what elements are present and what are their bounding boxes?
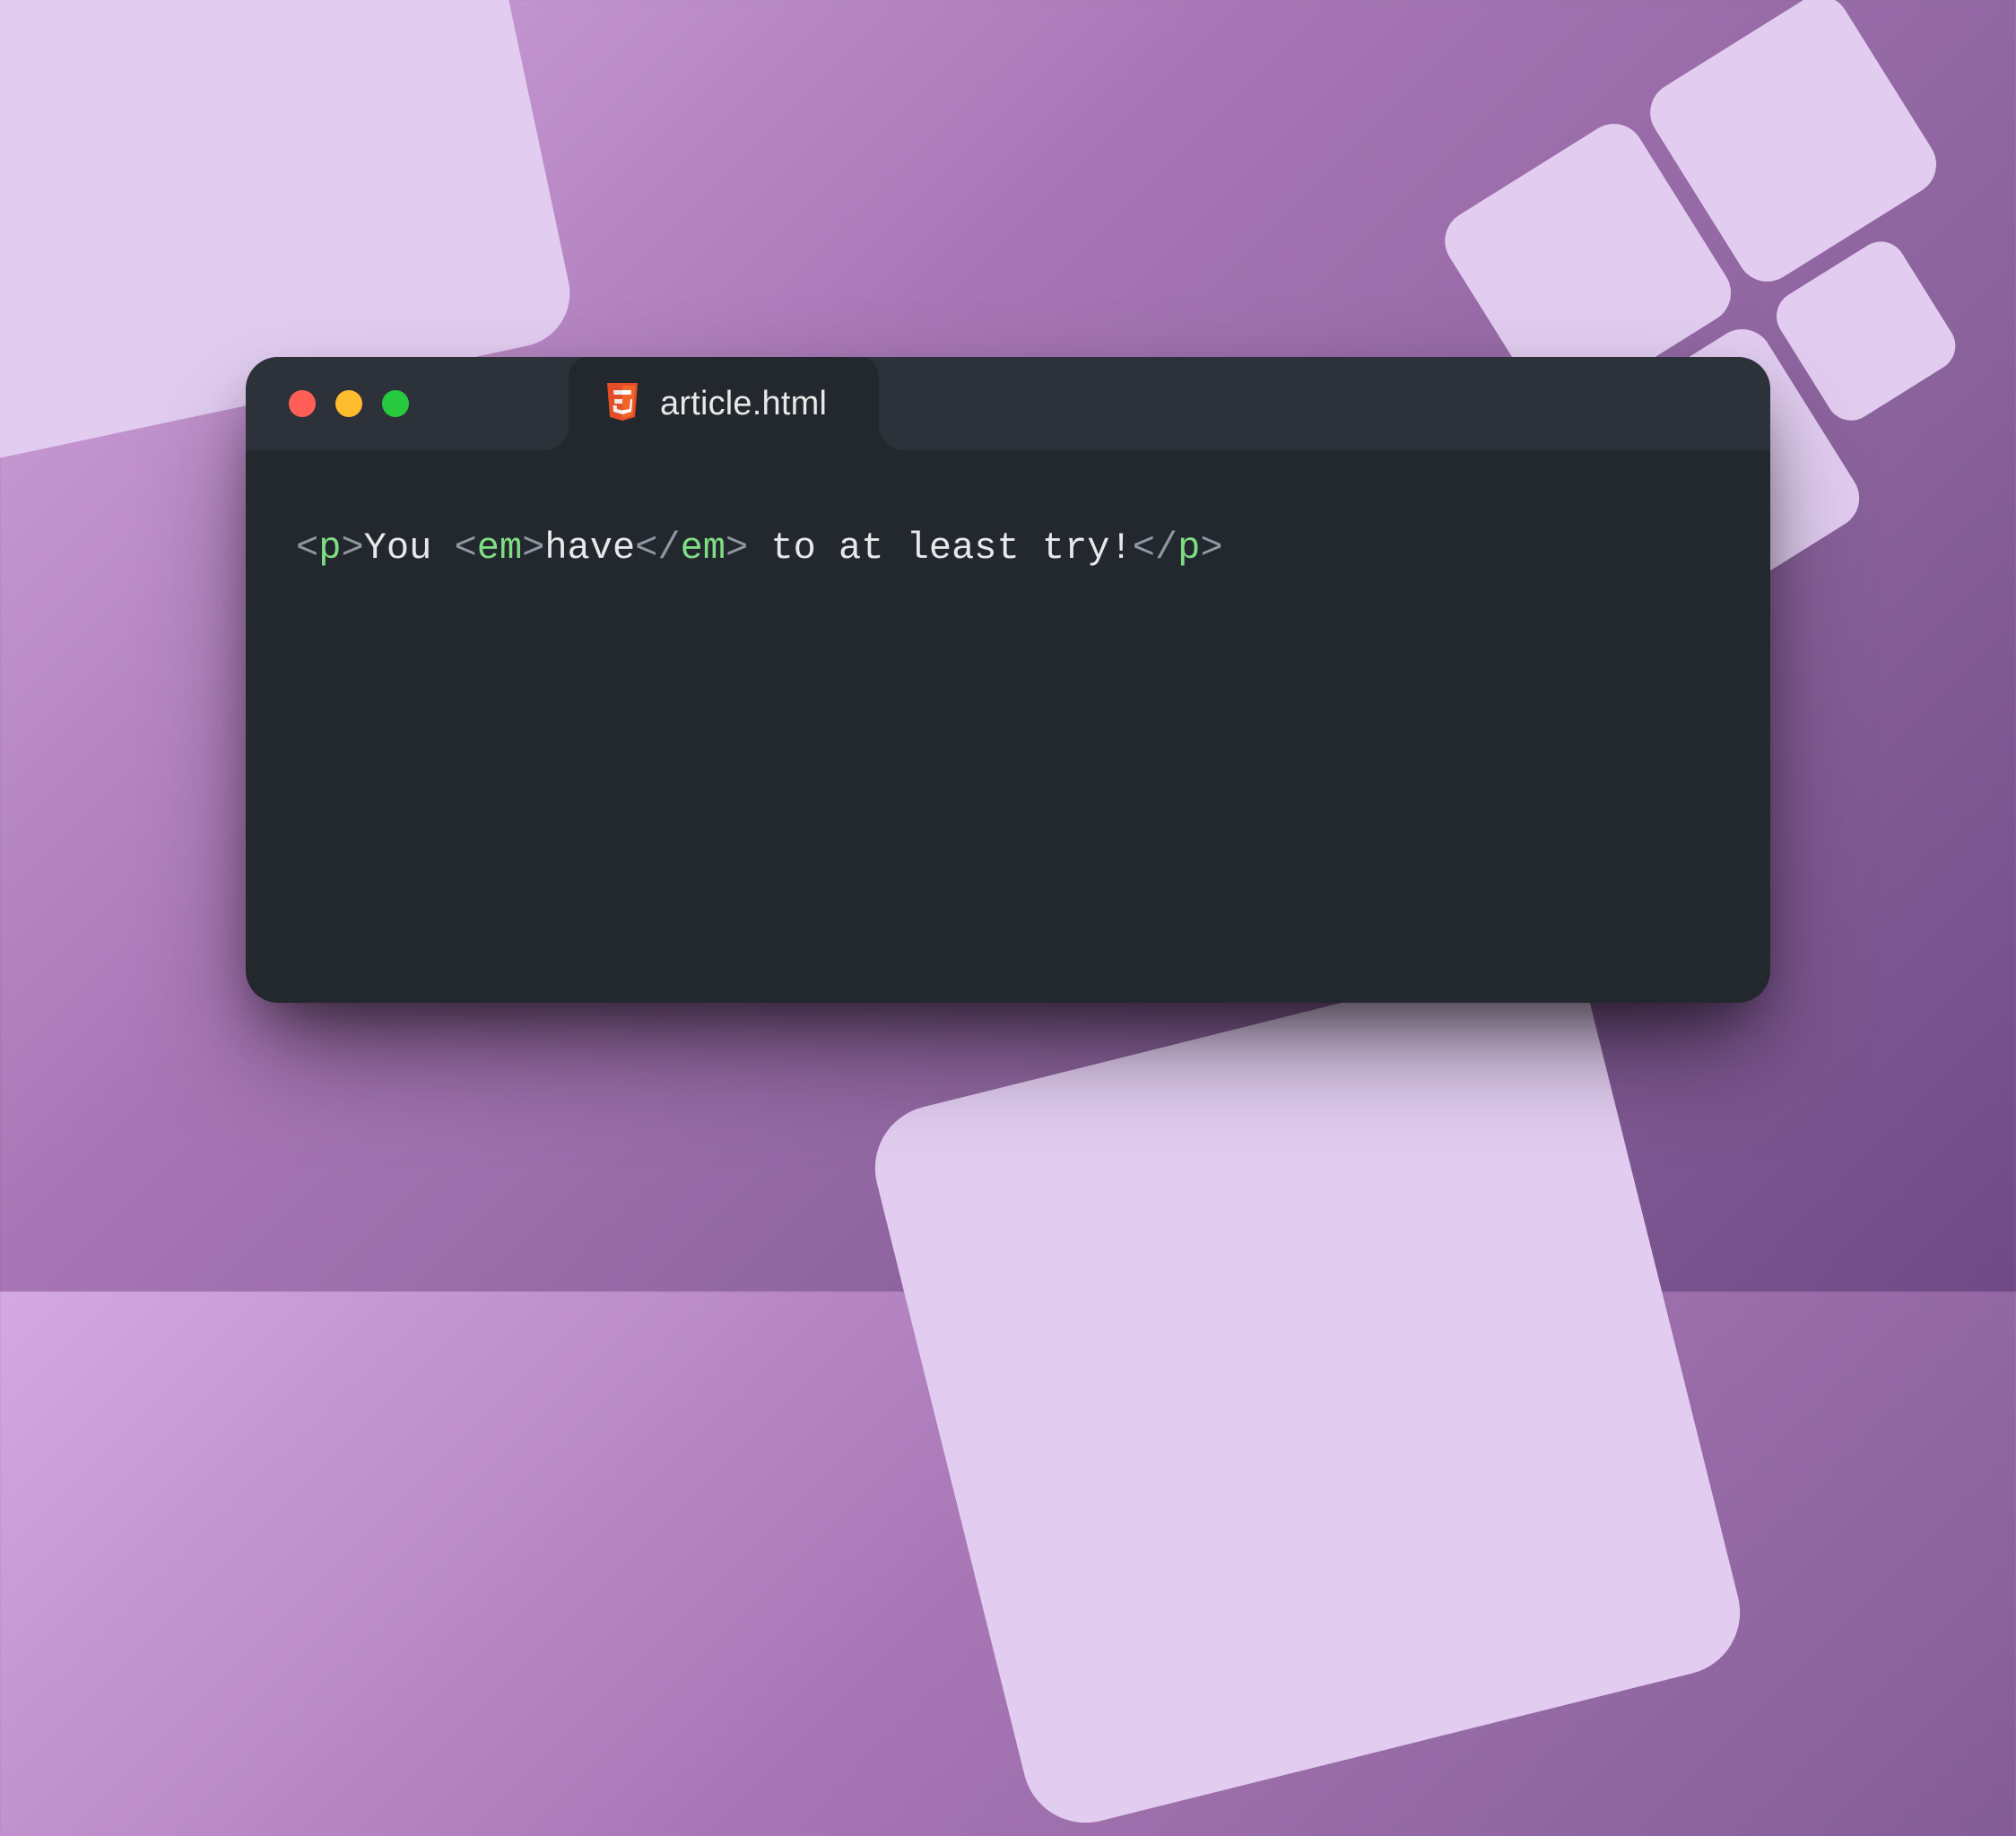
editor-window: article.html <p>You <em>have</em> to at … (246, 357, 1770, 1003)
file-tab[interactable]: article.html (569, 357, 879, 450)
close-icon[interactable] (289, 390, 316, 417)
code-token-text: have (544, 526, 635, 570)
code-token-punct: > (522, 526, 544, 570)
code-token-text: to at least try! (748, 526, 1132, 570)
code-token-punct: </ (635, 526, 680, 570)
code-token-tag: em (477, 526, 522, 570)
tab-filename: article.html (660, 385, 827, 423)
window-controls (246, 390, 409, 417)
minimize-icon[interactable] (335, 390, 362, 417)
code-token-tag: p (318, 526, 341, 570)
zoom-icon[interactable] (382, 390, 409, 417)
code-token-punct: > (341, 526, 363, 570)
code-token-text: You (364, 526, 455, 570)
code-token-punct: </ (1133, 526, 1177, 570)
code-token-punct: < (296, 526, 318, 570)
code-line[interactable]: <p>You <em>have</em> to at least try!</p… (296, 520, 1720, 577)
bg-shape-bottom-right (862, 944, 1753, 1836)
code-token-tag: em (681, 526, 726, 570)
editor-body[interactable]: <p>You <em>have</em> to at least try!</p… (246, 450, 1770, 647)
code-token-punct: < (454, 526, 476, 570)
window-titlebar: article.html (246, 357, 1770, 450)
code-token-punct: > (726, 526, 748, 570)
code-token-tag: p (1177, 526, 1200, 570)
html5-icon (604, 383, 640, 424)
code-token-punct: > (1200, 526, 1222, 570)
